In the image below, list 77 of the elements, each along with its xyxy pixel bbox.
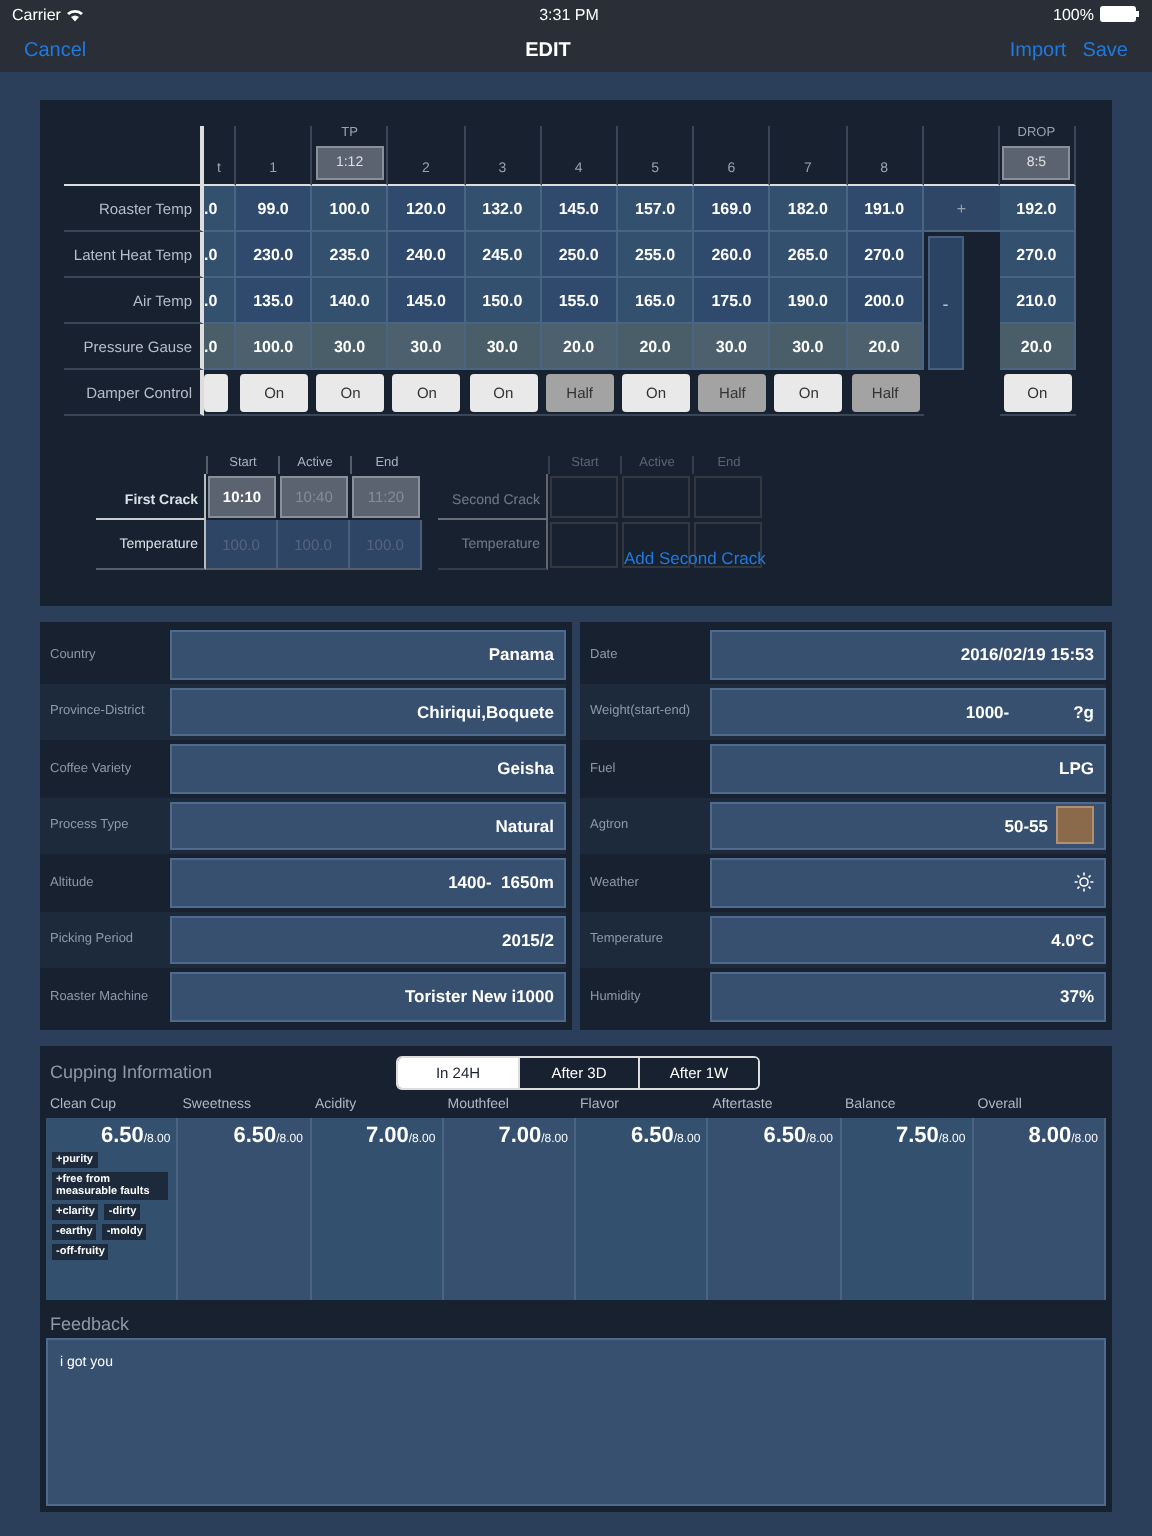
value-cell[interactable]: 255.0 (617, 232, 695, 278)
input-field[interactable]: 1000- ?g (710, 687, 1106, 736)
value-cell[interactable]: 270.0 (999, 232, 1076, 278)
clock: 3:31 PM (539, 5, 599, 23)
value-cell[interactable]: 191.0 (847, 186, 924, 232)
value-cell[interactable]: .0 (204, 278, 236, 324)
add-column-button[interactable]: + (923, 186, 1000, 232)
sun-icon (1074, 872, 1094, 893)
value-cell[interactable]: 30.0 (465, 324, 542, 370)
value-cell[interactable]: 135.0 (236, 278, 313, 324)
input-field[interactable]: 4.0°C (710, 915, 1106, 964)
value-cell[interactable]: 165.0 (617, 278, 695, 324)
header-corner (64, 126, 204, 186)
value-cell[interactable]: 132.0 (465, 186, 542, 232)
battery-percent: 100% (1053, 5, 1094, 23)
input-field[interactable]: 37% (710, 972, 1106, 1021)
section-title: Cupping Information (48, 1062, 215, 1082)
value-cell[interactable]: 155.0 (541, 278, 618, 324)
value-cell[interactable]: 235.0 (312, 232, 389, 278)
value-cell[interactable]: 169.0 (694, 186, 771, 232)
value-cell[interactable]: 210.0 (999, 278, 1076, 324)
value-cell[interactable]: 250.0 (541, 232, 618, 278)
value-cell[interactable]: 20.0 (999, 324, 1076, 370)
value-cell[interactable]: 120.0 (388, 186, 466, 232)
value-cell[interactable]: 100.0 (312, 186, 389, 232)
input-field[interactable]: 1400- 1650m (170, 858, 566, 907)
value-cell[interactable]: 157.0 (617, 186, 695, 232)
value-cell[interactable]: 175.0 (694, 278, 771, 324)
value-cell[interactable]: 150.0 (465, 278, 542, 324)
value-cell[interactable]: 240.0 (388, 232, 466, 278)
value-cell[interactable]: 30.0 (312, 324, 389, 370)
battery-icon (1100, 6, 1140, 22)
value-cell[interactable]: 192.0 (999, 186, 1076, 232)
input-field[interactable] (710, 858, 1106, 907)
value-cell[interactable]: 182.0 (770, 186, 847, 232)
empty-time-box (550, 476, 618, 518)
input-field[interactable]: Natural (170, 801, 566, 850)
value-cell[interactable]: .0 (204, 232, 236, 278)
value-cell[interactable]: .0 (204, 324, 236, 370)
value-cell[interactable]: 260.0 (694, 232, 771, 278)
screen-title: EDIT (525, 39, 571, 61)
input-field[interactable]: 2015/2 (170, 915, 566, 964)
input-field[interactable]: Torister New i1000 (170, 972, 566, 1021)
empty-temperature-box (550, 522, 618, 568)
value-cell[interactable]: 20.0 (617, 324, 695, 370)
value-cell[interactable]: 99.0 (236, 186, 313, 232)
value-cell[interactable]: 30.0 (388, 324, 466, 370)
input-field[interactable]: 2016/02/19 15:53 (710, 630, 1106, 679)
input-field[interactable]: LPG (710, 744, 1106, 793)
value-cell[interactable]: 145.0 (388, 278, 466, 324)
input-field[interactable]: 50-55 (710, 801, 1106, 850)
value-cell[interactable]: 100.0 (236, 324, 313, 370)
value-cell[interactable]: .0 (204, 186, 236, 232)
value-cell[interactable]: 30.0 (770, 324, 847, 370)
value-cell[interactable]: 200.0 (847, 278, 924, 324)
input-field[interactable]: Panama (170, 630, 566, 679)
damper-button[interactable] (204, 373, 228, 411)
value-cell[interactable]: 190.0 (770, 278, 847, 324)
value-cell[interactable]: 30.0 (694, 324, 771, 370)
value-cell[interactable]: 270.0 (847, 232, 924, 278)
remove-column-button[interactable]: - (927, 236, 964, 370)
add-second-crack-link[interactable]: Add Second Crack (624, 548, 766, 568)
color-swatch[interactable] (1056, 806, 1094, 845)
value-cell[interactable]: 140.0 (312, 278, 389, 324)
carrier-text: Carrier (12, 5, 61, 23)
wifi-icon (66, 7, 85, 21)
value-cell[interactable]: 20.0 (541, 324, 618, 370)
empty-time-box (622, 476, 690, 518)
value-cell[interactable]: 20.0 (847, 324, 924, 370)
input-field[interactable]: Geisha (170, 744, 566, 793)
value-cell[interactable]: 265.0 (770, 232, 847, 278)
empty-time-box (694, 476, 762, 518)
value-cell[interactable]: 245.0 (465, 232, 542, 278)
feedback-label: Feedback (48, 1311, 132, 1337)
input-field[interactable]: Chiriqui,Boquete (170, 687, 566, 736)
value-cell[interactable]: 145.0 (541, 186, 618, 232)
value-cell[interactable]: 230.0 (236, 232, 313, 278)
